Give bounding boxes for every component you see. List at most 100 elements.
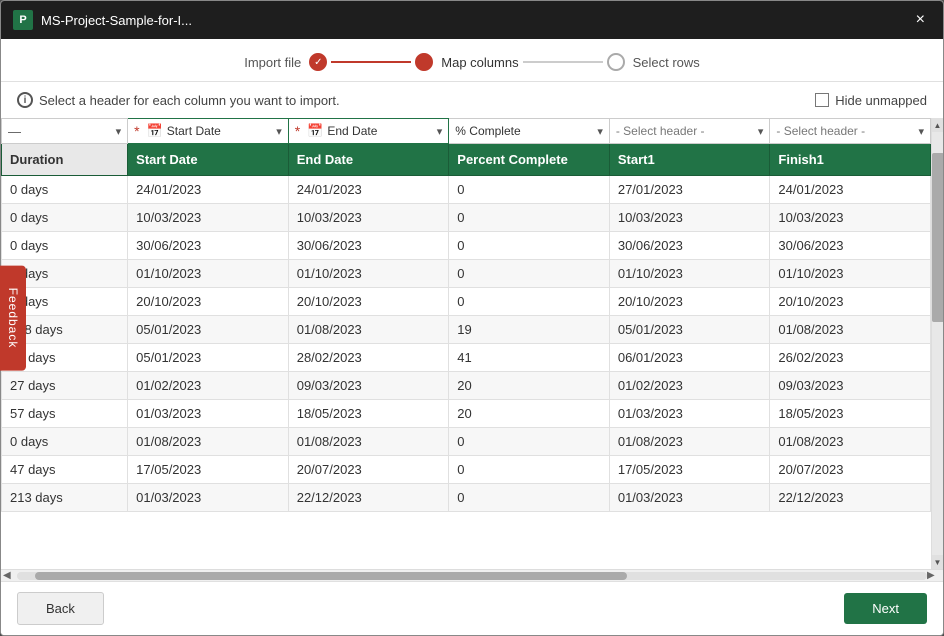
step-map-columns-dot — [415, 53, 433, 71]
next-button[interactable]: Next — [844, 593, 927, 624]
step-select-rows-dot — [607, 53, 625, 71]
cell-r7-c2: 09/03/2023 — [288, 372, 449, 400]
step-import-file-dot: ✓ — [309, 53, 327, 71]
cell-r8-c4: 01/03/2023 — [609, 400, 770, 428]
horizontal-scrollbar[interactable]: ◀ ▶ — [1, 569, 943, 581]
table-row: 0 days01/08/202301/08/2023001/08/202301/… — [2, 428, 931, 456]
cell-r5-c3: 19 — [449, 316, 610, 344]
step-import-file: Import file ✓ — [244, 53, 327, 71]
cell-r6-c3: 41 — [449, 344, 610, 372]
cell-r1-c0: 0 days — [2, 204, 128, 232]
col3-label: % Complete — [455, 124, 593, 138]
cell-r0-c2: 24/01/2023 — [288, 176, 449, 204]
main-table-area: — ▾ * 📅 Start Date — [1, 118, 943, 581]
cell-r9-c5: 01/08/2023 — [770, 428, 931, 456]
cell-r1-c5: 10/03/2023 — [770, 204, 931, 232]
cell-r1-c2: 10/03/2023 — [288, 204, 449, 232]
table-row: 57 days01/03/202318/05/20232001/03/20231… — [2, 400, 931, 428]
cell-r9-c3: 0 — [449, 428, 610, 456]
scroll-right-button[interactable]: ▶ — [927, 570, 941, 581]
cell-r4-c4: 20/10/2023 — [609, 288, 770, 316]
scroll-track[interactable] — [932, 132, 944, 555]
col1-dropdown-arrow: ▾ — [276, 125, 282, 138]
table-row: 0 days24/01/202324/01/2023027/01/202324/… — [2, 176, 931, 204]
cell-r8-c5: 18/05/2023 — [770, 400, 931, 428]
col-selector-4[interactable]: - Select header - ▾ — [609, 119, 770, 144]
data-table: — ▾ * 📅 Start Date — [1, 118, 931, 512]
vertical-scrollbar[interactable]: ▲ ▼ — [931, 118, 943, 569]
cell-r6-c2: 28/02/2023 — [288, 344, 449, 372]
scroll-up-button[interactable]: ▲ — [932, 118, 944, 132]
col2-label: End Date — [327, 124, 432, 138]
cell-r7-c4: 01/02/2023 — [609, 372, 770, 400]
col1-date-icon: 📅 — [147, 123, 163, 139]
cell-r8-c3: 20 — [449, 400, 610, 428]
cell-r8-c0: 57 days — [2, 400, 128, 428]
col-selector-1[interactable]: * 📅 Start Date ▾ — [128, 119, 289, 144]
cell-r3-c4: 01/10/2023 — [609, 260, 770, 288]
column-selector-row: — ▾ * 📅 Start Date — [2, 119, 931, 144]
table-row: 27 days01/02/202309/03/20232001/02/20230… — [2, 372, 931, 400]
scroll-down-button[interactable]: ▼ — [932, 555, 944, 569]
col4-label: - Select header - — [616, 124, 754, 138]
horiz-scroll-track[interactable] — [17, 572, 927, 580]
info-bar: i Select a header for each column you wa… — [1, 82, 943, 118]
cell-r3-c5: 01/10/2023 — [770, 260, 931, 288]
title-bar: P MS-Project-Sample-for-I... × — [1, 1, 943, 39]
cell-r9-c1: 01/08/2023 — [128, 428, 289, 456]
col-selector-5[interactable]: - Select header - ▾ — [770, 119, 931, 144]
cell-r3-c1: 01/10/2023 — [128, 260, 289, 288]
col0-dropdown-arrow: ▾ — [116, 125, 122, 138]
table-scroll-area: — ▾ * 📅 Start Date — [1, 118, 943, 569]
hide-unmapped-area[interactable]: Hide unmapped — [815, 93, 927, 108]
cell-r11-c4: 01/03/2023 — [609, 484, 770, 512]
cell-r2-c2: 30/06/2023 — [288, 232, 449, 260]
table-row: 47 days17/05/202320/07/2023017/05/202320… — [2, 456, 931, 484]
dialog-title: MS-Project-Sample-for-I... — [41, 13, 192, 28]
col5-label: - Select header - — [776, 124, 914, 138]
step-line-1 — [331, 61, 411, 63]
col-selector-2[interactable]: * 📅 End Date ▾ — [288, 119, 449, 144]
cell-r9-c0: 0 days — [2, 428, 128, 456]
cell-r5-c1: 05/01/2023 — [128, 316, 289, 344]
col-selector-3[interactable]: % Complete ▾ — [449, 119, 610, 144]
cell-r4-c1: 20/10/2023 — [128, 288, 289, 316]
col1-required-star: * — [134, 123, 139, 139]
close-button[interactable]: × — [910, 9, 931, 31]
col-header-1: Start Date — [128, 144, 289, 176]
cell-r9-c2: 01/08/2023 — [288, 428, 449, 456]
scroll-left-button[interactable]: ◀ — [3, 570, 17, 581]
content-area: i Select a header for each column you wa… — [1, 82, 943, 581]
cell-r7-c1: 01/02/2023 — [128, 372, 289, 400]
cell-r10-c1: 17/05/2023 — [128, 456, 289, 484]
hide-unmapped-checkbox[interactable] — [815, 93, 829, 107]
cell-r11-c1: 01/03/2023 — [128, 484, 289, 512]
info-message-area: i Select a header for each column you wa… — [17, 92, 340, 108]
col-header-3: Percent Complete — [449, 144, 610, 176]
wizard-steps: Import file ✓ Map columns Select rows — [1, 39, 943, 82]
cell-r0-c1: 24/01/2023 — [128, 176, 289, 204]
col1-label: Start Date — [167, 124, 272, 138]
col-header-5: Finish1 — [770, 144, 931, 176]
table-row: 0 days01/10/202301/10/2023001/10/202301/… — [2, 260, 931, 288]
cell-r7-c0: 27 days — [2, 372, 128, 400]
cell-r10-c3: 0 — [449, 456, 610, 484]
col2-dropdown-arrow: ▾ — [437, 125, 443, 138]
cell-r5-c5: 01/08/2023 — [770, 316, 931, 344]
step-select-rows: Select rows — [607, 53, 700, 71]
cell-r4-c2: 20/10/2023 — [288, 288, 449, 316]
cell-r0-c3: 0 — [449, 176, 610, 204]
scroll-thumb[interactable] — [932, 153, 944, 322]
horiz-scroll-thumb[interactable] — [35, 572, 627, 580]
back-button[interactable]: Back — [17, 592, 104, 625]
feedback-tab[interactable]: Feedback — [0, 266, 26, 371]
step-select-rows-label: Select rows — [633, 55, 700, 70]
cell-r4-c3: 0 — [449, 288, 610, 316]
col-selector-0[interactable]: — ▾ — [2, 119, 128, 144]
table-inner-scroll[interactable]: — ▾ * 📅 Start Date — [1, 118, 931, 569]
col-header-0: Duration — [2, 144, 128, 176]
cell-r2-c3: 0 — [449, 232, 610, 260]
cell-r3-c2: 01/10/2023 — [288, 260, 449, 288]
hide-unmapped-label: Hide unmapped — [835, 93, 927, 108]
cell-r5-c2: 01/08/2023 — [288, 316, 449, 344]
